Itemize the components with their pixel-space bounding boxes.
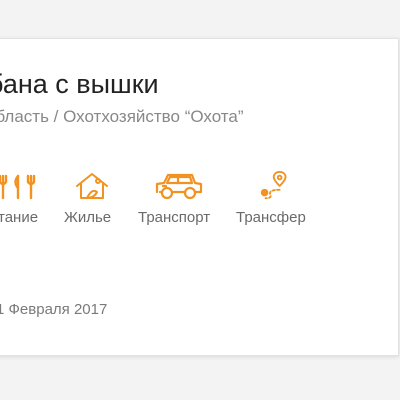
listing-title[interactable]: бана с вышки (0, 68, 159, 100)
cutlery-icon (0, 174, 36, 200)
listing-location: область / Охотхозяйство “Охота” (0, 107, 244, 126)
amenity-food: тание (0, 170, 60, 230)
amenity-transfer-label: Трансфер (236, 209, 306, 226)
amenity-transport: Транспорт (132, 170, 224, 230)
listing-date: 1 Февраля 2017 (0, 301, 108, 318)
jeep-icon (155, 173, 203, 200)
house-icon (76, 173, 108, 199)
amenity-transfer: Трансфер (232, 170, 320, 230)
amenity-housing-label: Жилье (64, 209, 112, 226)
amenity-transport-label: Транспорт (138, 209, 211, 226)
amenity-housing: Жилье (60, 170, 124, 230)
amenity-food-label: тание (0, 209, 39, 226)
route-pin-icon (260, 170, 287, 200)
